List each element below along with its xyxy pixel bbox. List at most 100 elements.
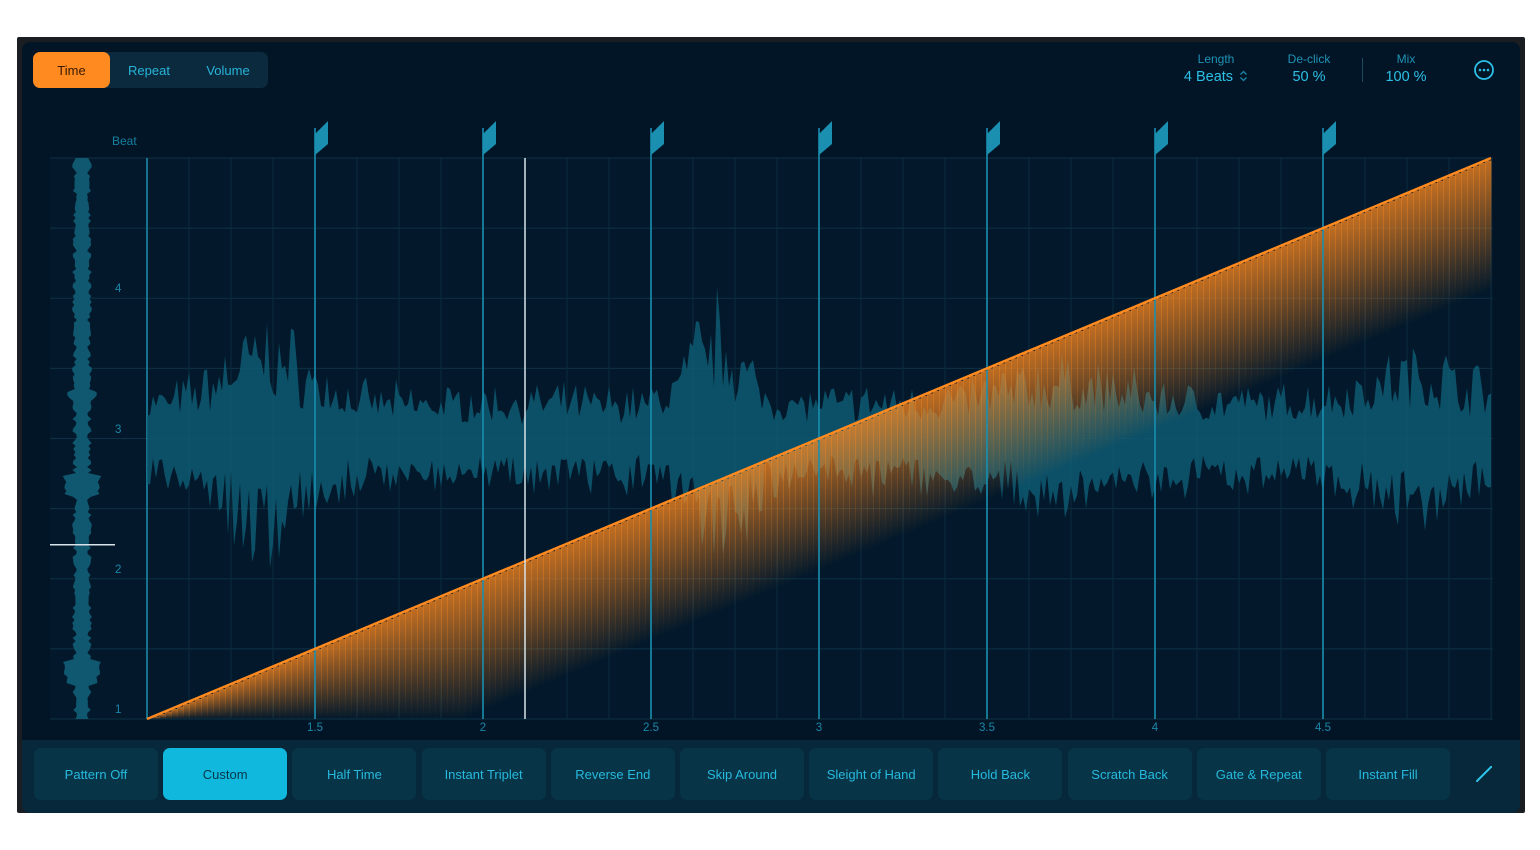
curve-fill-strip (711, 483, 718, 614)
curve-fill-strip (429, 601, 436, 719)
curve-fill-strip (843, 428, 850, 559)
beat-marker-flag (987, 121, 1000, 155)
curve-fill-strip (1215, 273, 1222, 404)
curve-fill-strip (501, 571, 508, 702)
curve-fill-strip (849, 425, 856, 556)
curve-fill-strip (951, 383, 958, 514)
curve-fill-strip (1299, 238, 1306, 369)
curve-fill-strip (1053, 340, 1060, 471)
curve-fill-strip (969, 375, 976, 506)
curve-fill-strip (1107, 318, 1114, 449)
curve-fill-strip (765, 461, 772, 592)
time-graph[interactable] (0, 0, 1540, 850)
curve-fill-strip (987, 368, 994, 499)
pattern-button-instant-fill[interactable]: Instant Fill (1326, 748, 1450, 800)
curve-fill-strip (933, 390, 940, 521)
curve-fill-strip (783, 453, 790, 584)
curve-fill-strip (621, 521, 628, 652)
curve-fill-strip (1269, 250, 1276, 381)
curve-fill-strip (1377, 205, 1384, 336)
curve-fill-strip (879, 413, 886, 544)
curve-fill-strip (1137, 305, 1144, 436)
curve-fill-strip (435, 598, 442, 719)
beat-marker-flag (1323, 121, 1336, 155)
curve-fill-strip (1161, 295, 1168, 426)
curve-fill-strip (321, 646, 328, 719)
y-tick-label: 1 (115, 704, 122, 716)
curve-fill-strip (1455, 173, 1462, 304)
curve-fill-strip (249, 676, 256, 719)
curve-fill-strip (1047, 343, 1054, 474)
pattern-button-skip-around[interactable]: Skip Around (680, 748, 804, 800)
pattern-button-sleight-of-hand[interactable]: Sleight of Hand (809, 748, 934, 800)
curve-fill-strip (789, 451, 796, 582)
curve-fill-strip (1041, 345, 1048, 476)
curve-fill-strip (507, 568, 514, 699)
curve-fill-strip (927, 393, 934, 524)
curve-fill-strip (393, 616, 400, 719)
curve-fill-strip (291, 658, 298, 719)
curve-fill-strip (201, 696, 208, 719)
pattern-button-half-time[interactable]: Half Time (292, 748, 417, 800)
y-tick-label: 3 (115, 423, 122, 436)
pattern-button-scratch-back[interactable]: Scratch Back (1067, 748, 1192, 800)
curve-fill-strip (171, 708, 178, 719)
pattern-button-gate-repeat[interactable]: Gate & Repeat (1196, 748, 1321, 800)
curve-fill-strip (423, 603, 430, 719)
curve-fill-strip (759, 463, 766, 594)
curve-fill-strip (207, 693, 214, 719)
curve-fill-strip (771, 458, 778, 589)
pencil-icon[interactable] (1470, 760, 1498, 788)
curve-fill-strip (615, 523, 622, 654)
curve-fill-strip (1071, 333, 1078, 464)
curve-fill-strip (315, 648, 322, 719)
curve-fill-strip (1467, 168, 1474, 299)
x-tick-label: 3.5 (979, 722, 995, 734)
pattern-button-instant-triplet[interactable]: Instant Triplet (421, 748, 546, 800)
curve-fill-strip (867, 418, 874, 549)
curve-fill-strip (1155, 298, 1162, 429)
curve-fill-strip (801, 446, 808, 577)
curve-fill-strip (723, 478, 730, 609)
curve-fill-strip (195, 698, 202, 719)
curve-fill-strip (303, 653, 310, 719)
pattern-button-reverse-end[interactable]: Reverse End (550, 748, 675, 800)
curve-fill-strip (1281, 245, 1288, 376)
curve-fill-strip (363, 628, 370, 719)
curve-fill-strip (669, 501, 676, 632)
beat-marker-flag (651, 121, 664, 155)
curve-fill-strip (837, 430, 844, 561)
curve-fill-strip (561, 546, 568, 677)
curve-fill-strip (1479, 163, 1486, 294)
curve-fill-strip (1035, 348, 1042, 479)
x-tick-label: 4 (1151, 722, 1159, 734)
pattern-button-custom[interactable]: Custom (163, 748, 288, 800)
curve-fill-strip (1329, 225, 1336, 356)
curve-fill-strip (1125, 310, 1132, 441)
curve-fill-strip (1227, 268, 1234, 399)
curve-fill-strip (267, 668, 274, 719)
curve-fill-strip (375, 623, 382, 719)
curve-fill-strip (351, 633, 358, 719)
curve-fill-strip (573, 541, 580, 672)
y-tick-label: 2 (115, 563, 122, 576)
curve-fill-strip (1413, 190, 1420, 321)
curve-fill-strip (1245, 260, 1252, 391)
curve-fill-strip (1083, 328, 1090, 459)
curve-fill-strip (1179, 288, 1186, 419)
pattern-button-pattern-off[interactable]: Pattern Off (34, 748, 158, 800)
curve-fill-strip (1353, 215, 1360, 346)
curve-fill-strip (693, 491, 700, 622)
curve-fill-strip (1029, 350, 1036, 481)
curve-fill-strip (1359, 213, 1366, 344)
curve-fill-strip (1059, 338, 1066, 469)
curve-fill-strip (1011, 358, 1018, 489)
curve-fill-strip (1263, 253, 1270, 384)
curve-fill-strip (729, 476, 736, 607)
curve-fill-strip (741, 471, 748, 602)
curve-fill-strip (1197, 280, 1204, 411)
curve-fill-strip (603, 528, 610, 659)
pattern-button-hold-back[interactable]: Hold Back (938, 748, 1063, 800)
curve-fill-strip (345, 636, 352, 719)
curve-fill-strip (1257, 255, 1264, 386)
